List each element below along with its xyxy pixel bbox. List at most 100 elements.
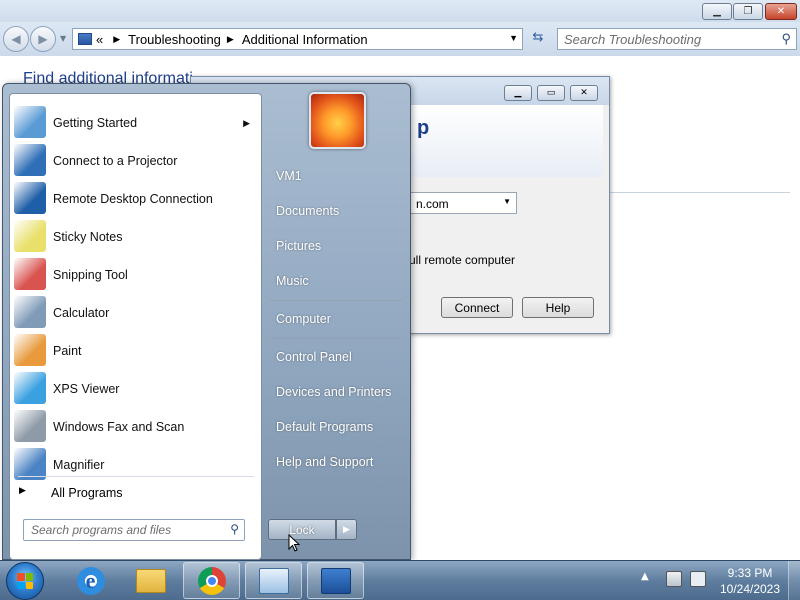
breadcrumb-arrow-icon[interactable]: ▶ bbox=[227, 34, 234, 45]
clock-date: 10/24/2023 bbox=[719, 582, 781, 596]
start-program-item[interactable]: Connect to a Projector bbox=[10, 142, 261, 180]
taskbar-file-explorer[interactable] bbox=[122, 562, 179, 599]
back-button[interactable]: ◀ bbox=[3, 26, 29, 52]
address-bar[interactable]: « ▶ Troubleshooting ▶ Additional Informa… bbox=[72, 28, 523, 50]
start-program-item[interactable]: Windows Fax and Scan bbox=[10, 408, 261, 446]
search-icon[interactable]: ⚲ bbox=[781, 31, 791, 47]
clock-time: 9:33 PM bbox=[727, 566, 773, 580]
search-icon[interactable]: ⚲ bbox=[230, 522, 239, 536]
show-desktop-button[interactable] bbox=[788, 561, 800, 600]
taskbar-chrome[interactable] bbox=[183, 562, 240, 599]
projector-icon bbox=[14, 144, 46, 176]
all-programs-button[interactable]: ▶ All Programs bbox=[10, 482, 261, 506]
breadcrumb-troubleshooting[interactable]: Troubleshooting bbox=[128, 32, 221, 47]
volume-muted-icon[interactable] bbox=[690, 571, 706, 587]
calculator-icon bbox=[14, 296, 46, 328]
dialog-note: ull remote computer bbox=[409, 253, 516, 267]
connect-button[interactable]: Connect bbox=[441, 297, 513, 318]
start-program-item[interactable]: Sticky Notes bbox=[10, 218, 261, 256]
start-program-item[interactable]: Calculator bbox=[10, 294, 261, 332]
breadcrumb-additional-information[interactable]: Additional Information bbox=[242, 32, 368, 47]
start-item-default-programs[interactable]: Default Programs bbox=[276, 420, 373, 434]
start-menu-programs-pane: Getting Started ▶ Connect to a Projector Re… bbox=[9, 93, 262, 560]
computer-value: n.com bbox=[416, 197, 449, 211]
getting-started-icon bbox=[14, 106, 46, 138]
system-clock[interactable]: 9:33 PM 10/24/2023 bbox=[716, 565, 784, 597]
scissors-icon bbox=[14, 258, 46, 290]
start-program-item[interactable]: Paint bbox=[10, 332, 261, 370]
fax-icon bbox=[14, 410, 46, 442]
paint-icon bbox=[14, 334, 46, 366]
dialog-minimize-button[interactable]: ▁ bbox=[504, 85, 532, 101]
close-button[interactable]: ✕ bbox=[765, 3, 797, 20]
breadcrumb-arrow-icon[interactable]: ▶ bbox=[113, 34, 120, 45]
minimize-button[interactable]: ▁ bbox=[702, 3, 732, 20]
xps-viewer-icon bbox=[14, 372, 46, 404]
remote-desktop-icon bbox=[14, 182, 46, 214]
start-menu: Getting Started ▶ Connect to a Projector Re… bbox=[2, 83, 411, 560]
search-placeholder: Search Troubleshooting bbox=[564, 32, 702, 47]
start-program-label: XPS Viewer bbox=[53, 382, 120, 396]
taskbar-internet-explorer[interactable]: e bbox=[62, 562, 119, 599]
forward-button[interactable]: ▶ bbox=[30, 26, 56, 52]
start-item-documents[interactable]: Documents bbox=[276, 204, 339, 218]
show-hidden-icons-icon[interactable]: ▲ bbox=[641, 571, 649, 582]
start-item-help-and-support[interactable]: Help and Support bbox=[276, 455, 373, 469]
triangle-right-icon: ▶ bbox=[19, 485, 26, 495]
user-picture[interactable] bbox=[309, 92, 366, 149]
refresh-icon[interactable]: ⇆ bbox=[528, 30, 548, 48]
dialog-close-button[interactable]: ✕ bbox=[570, 85, 598, 101]
start-program-label: Paint bbox=[53, 344, 82, 358]
start-search-input[interactable]: Search programs and files ⚲ bbox=[23, 519, 245, 541]
breadcrumb-overflow[interactable]: « bbox=[96, 32, 103, 47]
start-search-placeholder: Search programs and files bbox=[31, 523, 172, 537]
start-program-item[interactable]: Snipping Tool bbox=[10, 256, 261, 294]
dialog-restore-button[interactable]: ▭ bbox=[537, 85, 565, 101]
start-program-item[interactable]: XPS Viewer bbox=[10, 370, 261, 408]
start-item-control-panel[interactable]: Control Panel bbox=[276, 350, 352, 364]
folder-icon bbox=[135, 568, 166, 593]
action-center-icon[interactable] bbox=[666, 571, 682, 587]
submenu-arrow-icon[interactable]: ▶ bbox=[243, 118, 250, 129]
control-panel-icon bbox=[78, 33, 92, 45]
start-program-label: Remote Desktop Connection bbox=[53, 192, 213, 206]
mouse-cursor-icon bbox=[288, 534, 300, 552]
start-item-devices-and-printers[interactable]: Devices and Printers bbox=[276, 385, 391, 399]
all-programs-label: All Programs bbox=[51, 486, 123, 500]
chrome-icon bbox=[197, 566, 226, 595]
start-program-label: Snipping Tool bbox=[53, 268, 128, 282]
taskbar: e ▲ 9:33 PM 10/24/2023 bbox=[0, 560, 800, 600]
start-program-item[interactable]: Magnifier bbox=[10, 446, 261, 484]
start-button[interactable] bbox=[6, 562, 44, 600]
chevron-down-icon[interactable]: ▼ bbox=[503, 197, 511, 206]
start-item-pictures[interactable]: Pictures bbox=[276, 239, 321, 253]
start-program-item[interactable]: Getting Started ▶ bbox=[10, 104, 261, 142]
taskbar-control-panel[interactable] bbox=[245, 562, 302, 599]
recent-pages-dropdown-icon[interactable]: ▼ bbox=[60, 34, 66, 43]
start-program-label: Calculator bbox=[53, 306, 110, 320]
taskbar-remote-desktop[interactable] bbox=[307, 562, 364, 599]
start-item-computer[interactable]: Computer bbox=[276, 312, 331, 326]
remote-desktop-icon bbox=[320, 567, 351, 594]
sticky-notes-icon bbox=[14, 220, 46, 252]
address-dropdown-icon[interactable]: ▼ bbox=[509, 33, 518, 43]
start-program-label: Sticky Notes bbox=[53, 230, 123, 244]
internet-explorer-icon: e bbox=[76, 566, 105, 595]
help-button[interactable]: Help bbox=[522, 297, 594, 318]
start-program-label: Getting Started bbox=[53, 116, 138, 130]
title-bar: ▁ ❐ ✕ bbox=[0, 0, 800, 22]
control-panel-icon bbox=[258, 567, 289, 594]
search-input[interactable]: Search Troubleshooting ⚲ bbox=[557, 28, 797, 50]
computer-combobox[interactable]: n.com ▼ bbox=[409, 192, 517, 214]
divider bbox=[18, 476, 254, 477]
start-program-label: Magnifier bbox=[53, 458, 105, 472]
maximize-button[interactable]: ❐ bbox=[733, 3, 763, 20]
start-program-item[interactable]: Remote Desktop Connection bbox=[10, 180, 261, 218]
windows-logo-icon bbox=[17, 573, 33, 589]
navigation-bar: ◀ ▶ ▼ « ▶ Troubleshooting ▶ Additional I… bbox=[0, 22, 800, 56]
divider bbox=[269, 300, 403, 301]
shutdown-options-arrow-icon[interactable]: ▶ bbox=[336, 519, 357, 540]
lock-button[interactable]: Lock bbox=[268, 519, 336, 540]
start-item-user[interactable]: VM1 bbox=[276, 169, 302, 183]
start-item-music[interactable]: Music bbox=[276, 274, 309, 288]
